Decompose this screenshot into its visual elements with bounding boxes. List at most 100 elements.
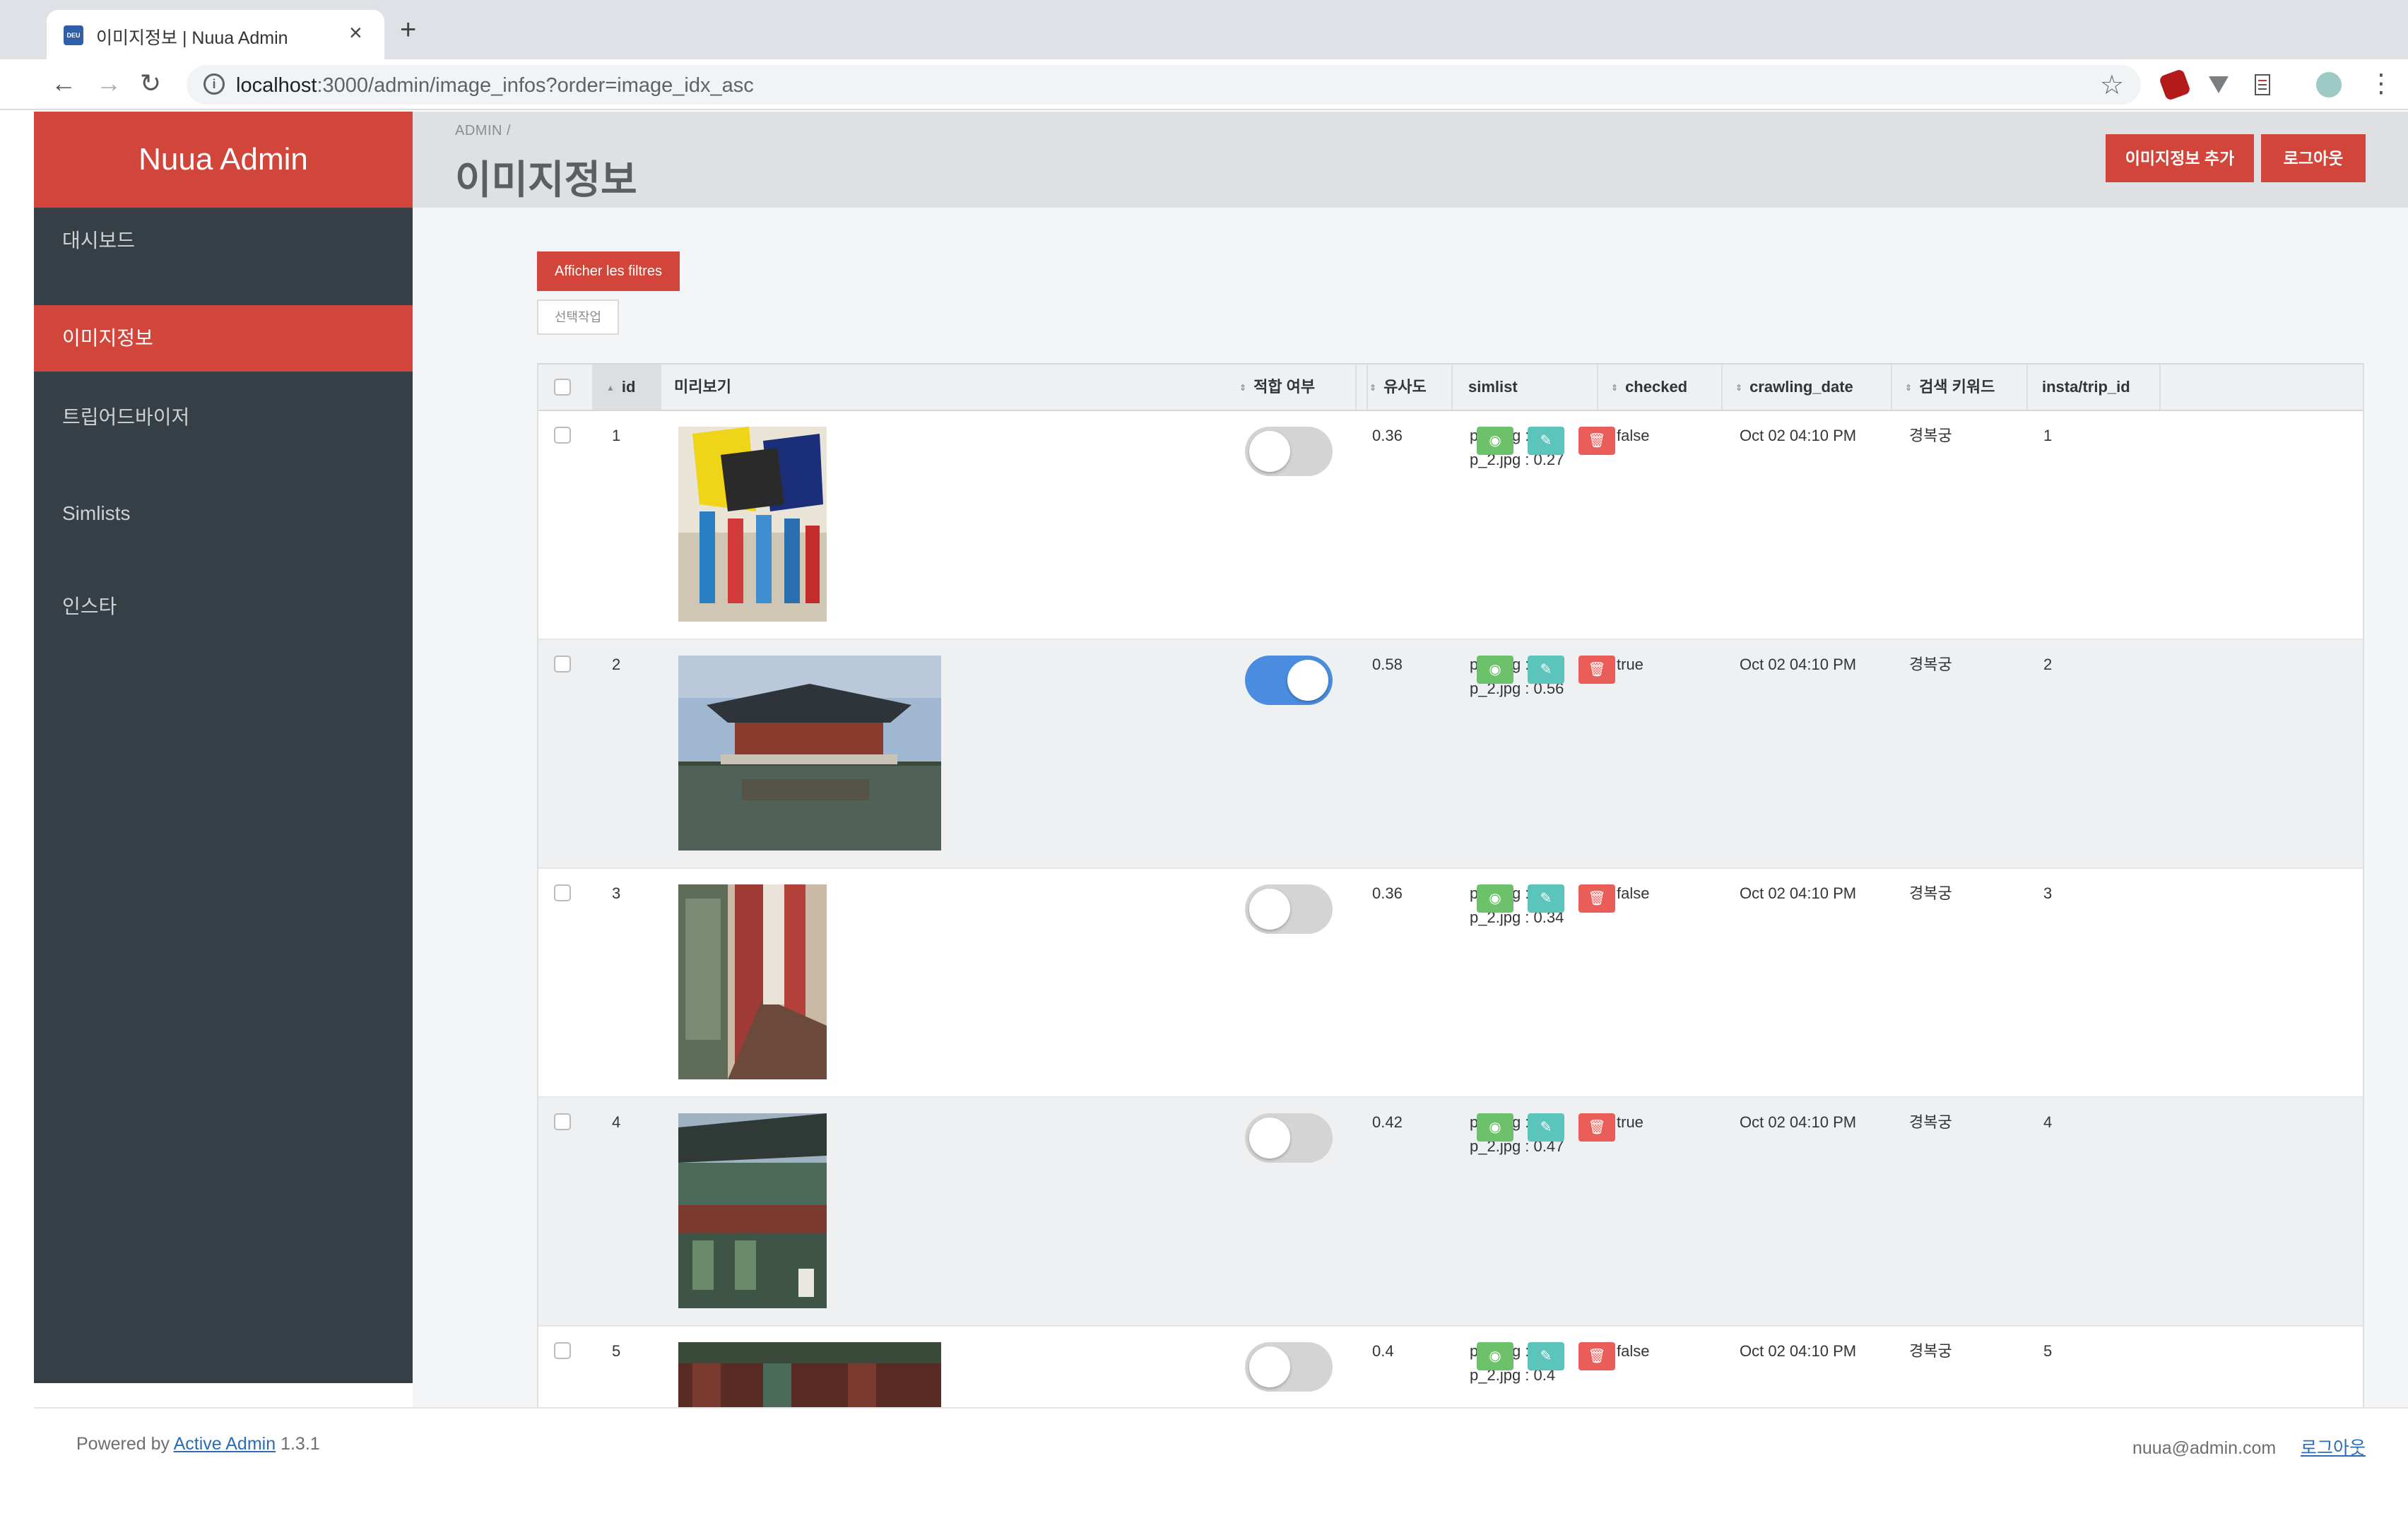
column-keyword[interactable]: ⇕ 검색 키워드 bbox=[1892, 365, 2028, 410]
delete-icon[interactable]: 🗑 bbox=[1578, 427, 1615, 455]
id-cell[interactable]: 5 bbox=[612, 1339, 620, 1363]
view-icon[interactable]: ◉ bbox=[1477, 1113, 1513, 1142]
table-row: 4 0.42 p_1.jpg : 0.48 p_2.jpg : 0.47 tru… bbox=[538, 1098, 2363, 1327]
browser-tab-bar: DEU 이미지정보 | Nuua Admin × + bbox=[0, 0, 2408, 59]
toggle-knob bbox=[1249, 1118, 1290, 1158]
view-icon[interactable]: ◉ bbox=[1477, 884, 1513, 913]
view-icon[interactable]: ◉ bbox=[1477, 656, 1513, 684]
profile-avatar[interactable] bbox=[2316, 72, 2342, 97]
view-icon[interactable]: ◉ bbox=[1477, 1342, 1513, 1370]
row-checkbox[interactable] bbox=[554, 1113, 571, 1130]
crawling-date-cell: Oct 02 04:10 PM bbox=[1740, 1113, 1857, 1131]
address-bar[interactable]: i localhost:3000/admin/image_infos?order… bbox=[187, 65, 2141, 105]
footer: Powered by Active Admin 1.3.1 nuua@admin… bbox=[34, 1407, 2408, 1478]
ref-id-cell: 2 bbox=[2043, 656, 2053, 673]
preview-image[interactable] bbox=[678, 427, 827, 622]
suitable-toggle[interactable] bbox=[1245, 427, 1333, 476]
breadcrumb[interactable]: ADMIN / bbox=[455, 123, 511, 139]
keyword-cell: 경복궁 bbox=[1909, 656, 1952, 673]
vue-extension-icon[interactable] bbox=[2206, 72, 2231, 97]
keyword-cell: 경복궁 bbox=[1909, 1113, 1952, 1131]
keyword-cell: 경복궁 bbox=[1909, 427, 1952, 444]
row-checkbox[interactable] bbox=[554, 656, 571, 672]
forward-icon[interactable]: → bbox=[96, 69, 122, 97]
tab-title: 이미지정보 | Nuua Admin bbox=[96, 28, 288, 48]
similarity-cell: 0.42 bbox=[1372, 1113, 1403, 1131]
column-simlist: simlist bbox=[1453, 365, 1598, 410]
page-title: 이미지정보 bbox=[455, 158, 637, 202]
reload-icon[interactable]: ↻ bbox=[140, 69, 161, 97]
sidebar-item-simlists[interactable]: Simlists bbox=[34, 480, 413, 547]
sidebar-item-image-info[interactable]: 이미지정보 bbox=[34, 305, 413, 372]
id-cell[interactable]: 3 bbox=[612, 882, 620, 906]
site-title[interactable]: Nuua Admin bbox=[34, 112, 413, 208]
sidebar-item-insta[interactable]: 인스타 bbox=[34, 574, 413, 640]
sort-icon: ⇕ bbox=[1239, 383, 1247, 393]
info-icon[interactable]: i bbox=[203, 73, 225, 95]
column-similarity[interactable]: ⇕ 유사도 bbox=[1357, 365, 1453, 410]
powered-by: Powered by Active Admin 1.3.1 bbox=[76, 1434, 320, 1454]
edit-icon[interactable]: ✎ bbox=[1528, 427, 1564, 455]
table-header: ▲ id 미리보기 ⇕ 적합 여부 ⇕ 유사도 simlist ⇕ checked ⇕ c… bbox=[538, 363, 2363, 411]
edit-icon[interactable]: ✎ bbox=[1528, 1342, 1564, 1370]
browser-menu-icon[interactable]: ⋮ bbox=[2368, 69, 2394, 97]
browser-tab[interactable]: DEU 이미지정보 | Nuua Admin × bbox=[47, 10, 384, 59]
document-extension-icon[interactable] bbox=[2250, 72, 2275, 97]
preview-image[interactable] bbox=[678, 1342, 941, 1407]
new-tab-icon[interactable]: + bbox=[400, 16, 416, 44]
column-checked[interactable]: ⇕ checked bbox=[1598, 365, 1723, 410]
suitable-toggle[interactable] bbox=[1245, 1113, 1333, 1163]
footer-account: nuua@admin.com 로그아웃 bbox=[2132, 1434, 2366, 1459]
close-tab-icon[interactable]: × bbox=[349, 21, 362, 44]
bookmark-star-icon[interactable]: ☆ bbox=[2100, 69, 2124, 101]
column-suitable[interactable]: ⇕ 적합 여부 bbox=[1227, 365, 1357, 410]
keyword-cell: 경복궁 bbox=[1909, 884, 1952, 902]
back-icon[interactable]: ← bbox=[51, 69, 76, 97]
suitable-toggle[interactable] bbox=[1245, 656, 1333, 705]
crawling-date-cell: Oct 02 04:10 PM bbox=[1740, 427, 1857, 444]
active-admin-link[interactable]: Active Admin bbox=[174, 1434, 276, 1454]
keyword-cell: 경복궁 bbox=[1909, 1342, 1952, 1360]
preview-image[interactable] bbox=[678, 884, 827, 1079]
edit-icon[interactable]: ✎ bbox=[1528, 1113, 1564, 1142]
select-all-checkbox[interactable] bbox=[554, 379, 571, 396]
sort-icon: ⇕ bbox=[1735, 383, 1743, 393]
browser-toolbar: ← → ↻ i localhost:3000/admin/image_infos… bbox=[0, 59, 2408, 110]
id-cell[interactable]: 2 bbox=[612, 653, 620, 677]
column-crawling-date[interactable]: ⇕ crawling_date bbox=[1723, 365, 1892, 410]
preview-image[interactable] bbox=[678, 1113, 827, 1308]
suitable-toggle[interactable] bbox=[1245, 884, 1333, 934]
show-filters-button[interactable]: Afficher les filtres bbox=[537, 251, 680, 291]
sort-icon: ⇕ bbox=[1611, 383, 1619, 393]
row-checkbox[interactable] bbox=[554, 1342, 571, 1359]
id-cell[interactable]: 4 bbox=[612, 1110, 620, 1134]
row-checkbox[interactable] bbox=[554, 884, 571, 901]
id-cell[interactable]: 1 bbox=[612, 424, 620, 448]
row-checkbox[interactable] bbox=[554, 427, 571, 444]
batch-actions-button[interactable]: 선택작업 bbox=[537, 300, 619, 335]
table-row: 1 0.36 p_1.jpg : 0.37 p_2.jpg : 0.27 fal… bbox=[538, 411, 2363, 640]
view-icon[interactable]: ◉ bbox=[1477, 427, 1513, 455]
sidebar-item-dashboard[interactable]: 대시보드 bbox=[34, 208, 413, 274]
column-id[interactable]: ▲ id bbox=[594, 365, 661, 410]
sort-asc-icon: ▲ bbox=[606, 383, 615, 393]
sidebar-item-tripadvisor[interactable]: 트립어드바이저 bbox=[34, 384, 413, 451]
crawling-date-cell: Oct 02 04:10 PM bbox=[1740, 1342, 1857, 1360]
table-row: 3 0.36 p_1.jpg : 0.33 p_2.jpg : 0.34 fal… bbox=[538, 869, 2363, 1098]
preview-image[interactable] bbox=[678, 656, 941, 851]
title-bar: ADMIN / 이미지정보 이미지정보 추가 로그아웃 bbox=[413, 112, 2408, 208]
delete-icon[interactable]: 🗑 bbox=[1578, 884, 1615, 913]
url-text[interactable]: localhost:3000/admin/image_infos?order=i… bbox=[236, 74, 754, 97]
delete-icon[interactable]: 🗑 bbox=[1578, 1342, 1615, 1370]
footer-logout-link[interactable]: 로그아웃 bbox=[2301, 1438, 2366, 1458]
favicon-icon: DEU bbox=[64, 25, 83, 45]
ruby-extension-icon[interactable] bbox=[2158, 68, 2192, 102]
checked-cell: false bbox=[1617, 1342, 1650, 1360]
edit-icon[interactable]: ✎ bbox=[1528, 884, 1564, 913]
add-image-info-button[interactable]: 이미지정보 추가 bbox=[2106, 134, 2254, 182]
delete-icon[interactable]: 🗑 bbox=[1578, 1113, 1615, 1142]
edit-icon[interactable]: ✎ bbox=[1528, 656, 1564, 684]
suitable-toggle[interactable] bbox=[1245, 1342, 1333, 1392]
delete-icon[interactable]: 🗑 bbox=[1578, 656, 1615, 684]
logout-button[interactable]: 로그아웃 bbox=[2261, 134, 2366, 182]
